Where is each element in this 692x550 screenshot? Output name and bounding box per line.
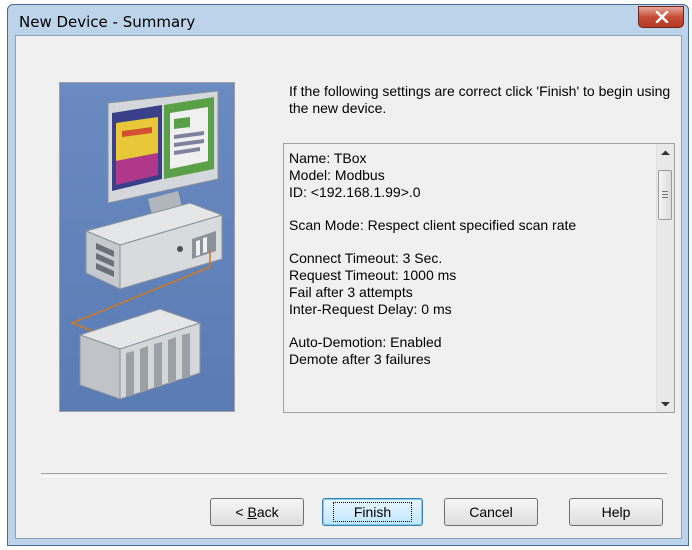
- scroll-up-icon: [661, 150, 670, 155]
- help-button[interactable]: Help: [569, 498, 663, 526]
- summary-textbox[interactable]: Name: TBox Model: Modbus ID: <192.168.1.…: [283, 143, 675, 413]
- dialog-window: New Device - Summary If the following se…: [7, 4, 689, 546]
- summary-blank-line: [289, 318, 576, 334]
- summary-line: Name: TBox: [289, 150, 367, 166]
- summary-line: Request Timeout: 1000 ms: [289, 267, 457, 283]
- vertical-scrollbar[interactable]: [656, 144, 674, 412]
- finish-button-label: Finish: [332, 502, 413, 522]
- summary-line: Inter-Request Delay: 0 ms: [289, 301, 452, 317]
- summary-line: Model: Modbus: [289, 167, 385, 183]
- scroll-down-button[interactable]: [657, 395, 674, 412]
- close-button[interactable]: [638, 6, 684, 28]
- dialog-client-area: If the following settings are correct cl…: [15, 35, 682, 539]
- summary-blank-line: [289, 201, 576, 217]
- summary-line: Demote after 3 failures: [289, 351, 431, 367]
- button-separator: [41, 473, 667, 477]
- wizard-illustration: [59, 82, 235, 412]
- window-title: New Device - Summary: [19, 13, 196, 31]
- summary-content: Name: TBox Model: Modbus ID: <192.168.1.…: [289, 150, 576, 368]
- summary-line: ID: <192.168.1.99>.0: [289, 184, 421, 200]
- summary-blank-line: [289, 234, 576, 250]
- summary-line: Auto-Demotion: Enabled: [289, 334, 442, 350]
- back-button-mnemonic: B: [247, 504, 257, 520]
- thumb-grip: [662, 191, 668, 192]
- summary-line: Scan Mode: Respect client specified scan…: [289, 217, 577, 233]
- cancel-button[interactable]: Cancel: [444, 498, 538, 526]
- thumb-grip: [662, 197, 668, 198]
- finish-button[interactable]: Finish: [322, 498, 423, 526]
- close-icon: [655, 11, 669, 23]
- computer-and-plc-illustration: [69, 90, 224, 400]
- back-button-prefix: <: [235, 504, 248, 520]
- title-bar[interactable]: New Device - Summary: [8, 5, 688, 35]
- summary-line: Fail after 3 attempts: [289, 284, 413, 300]
- intro-text: If the following settings are correct cl…: [289, 83, 671, 116]
- thumb-grip: [662, 194, 668, 195]
- scroll-thumb[interactable]: [658, 170, 672, 220]
- back-button-rest: ack: [256, 504, 279, 520]
- summary-line: Connect Timeout: 3 Sec.: [289, 250, 443, 266]
- back-button[interactable]: < Back: [210, 498, 304, 526]
- scroll-down-icon: [661, 402, 670, 407]
- scroll-up-button[interactable]: [657, 144, 674, 161]
